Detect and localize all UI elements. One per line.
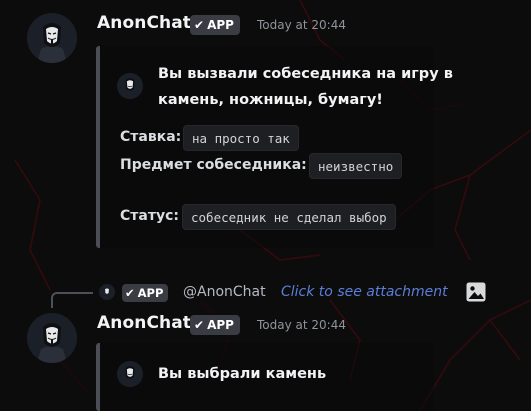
checkmark-icon: ✔ [194, 318, 205, 332]
reply-mention[interactable]: @AnonChat [183, 284, 266, 300]
app-badge: ✔ APP [190, 15, 240, 35]
embed-title-line-2: камень, ножницы, бумагу! [158, 92, 383, 108]
embed-author-avatar [117, 361, 143, 387]
message-author[interactable]: AnonChat [97, 313, 191, 333]
embed-title-line-1: Вы вызвали собеседника на игру в [158, 66, 453, 82]
embed-title: Вы выбрали камень [158, 366, 327, 382]
message-timestamp[interactable]: Today at 20:44 [257, 18, 346, 32]
anonymous-mask-icon [27, 13, 77, 63]
choice-embed: Вы выбрали камень [96, 343, 434, 411]
reply-app-badge-label: APP [137, 286, 164, 300]
image-icon[interactable] [465, 281, 487, 303]
app-badge-label: APP [207, 18, 234, 32]
field-name-opponent-item: Предмет собеседника: [120, 157, 307, 173]
reply-spine [51, 292, 93, 308]
anonymous-mask-icon [27, 313, 77, 363]
reply-avatar[interactable] [99, 284, 115, 300]
message-author[interactable]: AnonChat [97, 13, 191, 33]
game-embed: Вы вызвали собеседника на игру в камень,… [96, 46, 453, 248]
field-value-opponent-item: неизвестно [309, 153, 403, 179]
avatar[interactable] [27, 13, 77, 63]
app-badge-label: APP [207, 318, 234, 332]
field-value-stake: на просто так [183, 125, 299, 151]
avatar[interactable] [27, 313, 77, 363]
embed-author-avatar [117, 73, 143, 99]
app-badge: ✔ APP [190, 315, 240, 335]
checkmark-icon: ✔ [194, 18, 205, 32]
anonymous-mask-icon [117, 361, 143, 387]
checkmark-icon: ✔ [125, 286, 135, 300]
reply-app-badge: ✔ APP [122, 284, 169, 302]
anonymous-mask-icon [99, 284, 115, 300]
message-timestamp[interactable]: Today at 20:44 [257, 318, 346, 332]
chat-area: AnonChat ✔ APP Today at 20:44 Вы вызвали… [0, 0, 531, 411]
field-value-status: собеседник не сделал выбор [182, 204, 396, 230]
field-name-stake: Ставка: [120, 129, 182, 145]
field-name-status: Статус: [120, 208, 179, 224]
reply-preview-link[interactable]: Click to see attachment [281, 284, 448, 300]
anonymous-mask-icon [117, 73, 143, 99]
